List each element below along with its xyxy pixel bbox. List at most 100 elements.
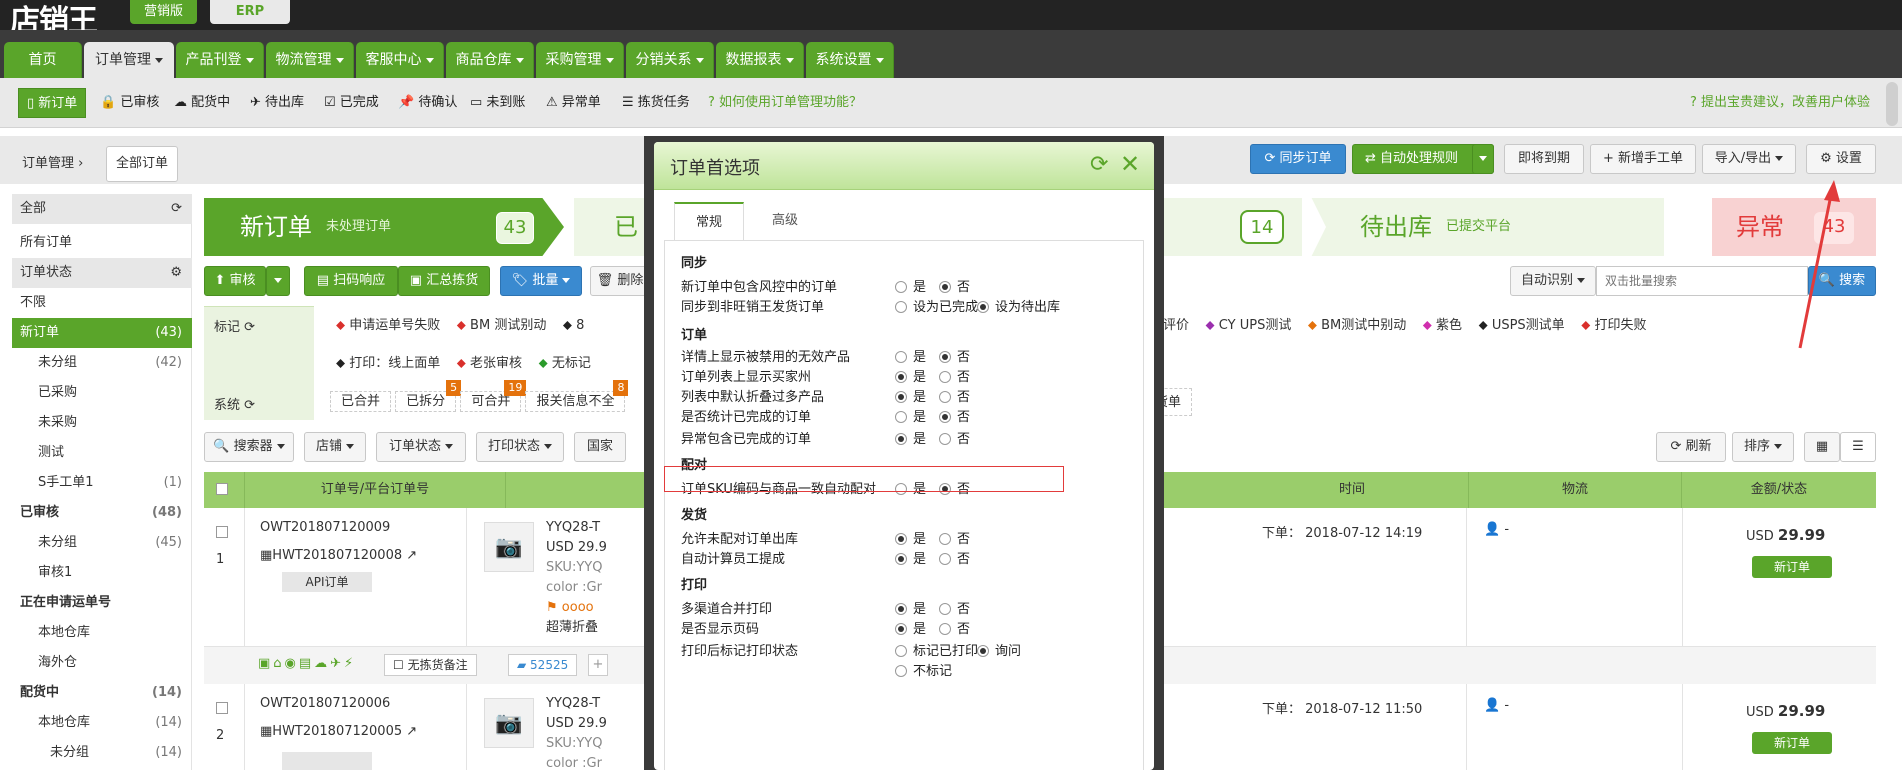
subnav-exceptions[interactable]: ⚠ 异常单 <box>546 88 601 118</box>
subnav-picking-tasks[interactable]: ☰ 拣货任务 <box>622 88 690 118</box>
edition-erp-badge[interactable]: ERP <box>210 0 290 24</box>
radio-button[interactable] <box>895 533 907 545</box>
radio-option-b[interactable]: 否 <box>939 386 970 405</box>
subnav-reviewed[interactable]: 🔒 已审核 <box>100 88 159 118</box>
sidebar-item[interactable]: 海外仓 <box>12 648 192 678</box>
subnav-new-orders[interactable]: ▯ 新订单 <box>18 88 87 118</box>
sidebar-item[interactable]: 订单状态 ⚙ <box>12 258 192 288</box>
sidebar-item[interactable]: 测试 <box>12 438 192 468</box>
subnav-help-link[interactable]: ? 如何使用订单管理功能？ <box>708 88 862 118</box>
radio-option-a[interactable]: 是 <box>895 618 926 637</box>
product-sku-title[interactable]: YYQ28-T <box>546 694 607 714</box>
sidebar-item[interactable]: 新订单 (43) <box>12 318 192 348</box>
refresh-icon[interactable]: ⟳ <box>1090 152 1108 177</box>
edition-marketing-badge[interactable]: 营销版 <box>130 0 198 24</box>
subnav-unpaid[interactable]: ▭ 未到账 <box>470 88 525 118</box>
new-manual-order-button[interactable]: + 新增手工单 <box>1590 144 1696 174</box>
refresh-button[interactable]: ⟳ 刷新 <box>1656 432 1726 462</box>
radio-button[interactable] <box>895 623 907 635</box>
status-tab-reviewed[interactable]: 已审 <box>574 198 644 299</box>
subnav-to-confirm[interactable]: 📌 待确认 <box>398 88 457 118</box>
scrollbar[interactable] <box>1886 82 1898 126</box>
tag-item[interactable]: ⬥ 8 <box>563 318 585 333</box>
radio-button[interactable] <box>939 281 951 293</box>
order-id-tag[interactable]: ▰ 52525 <box>508 654 578 676</box>
searcher-button[interactable]: 🔍 搜索器 <box>204 432 294 462</box>
radio-button[interactable] <box>939 391 951 403</box>
shop-filter[interactable]: 店铺 <box>304 432 366 462</box>
status-badge[interactable]: 新订单 <box>1752 556 1832 578</box>
grid-view-icon[interactable]: ▦ <box>1804 432 1840 462</box>
radio-button[interactable] <box>939 533 951 545</box>
auto-detect-select[interactable]: 自动识别 <box>1510 266 1596 296</box>
batch-button[interactable]: 🏷 批量 <box>500 266 582 296</box>
auto-rule-dropdown[interactable] <box>1472 144 1494 174</box>
radio-option-a[interactable]: 是 <box>895 276 926 295</box>
row-checkbox[interactable] <box>216 702 228 714</box>
radio-button[interactable] <box>939 351 951 363</box>
radio-option-b[interactable]: 询问 <box>977 640 1021 659</box>
tag-item[interactable]: ⬥ 打印失败 <box>1581 318 1646 333</box>
tag-item[interactable]: ⬥ CY UPS测试 <box>1206 318 1292 333</box>
radio-button[interactable] <box>977 645 989 657</box>
radio-button[interactable] <box>895 433 907 445</box>
radio-button[interactable] <box>939 371 951 383</box>
breadcrumb-root[interactable]: 订单管理 <box>22 156 74 171</box>
radio-option-a[interactable]: 是 <box>895 598 926 617</box>
platform-order-number[interactable]: ▦HWT201807120005 ↗ <box>260 724 417 739</box>
tag-item[interactable]: ⬥ 无标记 <box>539 356 591 371</box>
radio-button[interactable] <box>895 411 907 423</box>
review-dropdown[interactable] <box>266 266 290 296</box>
sidebar-item[interactable]: 配货中 (14) <box>12 678 192 708</box>
nav-tab-home[interactable]: 首页 <box>4 42 82 78</box>
radio-button[interactable] <box>939 553 951 565</box>
row-action-icons[interactable]: ▣⌂◉▤☁✈⚡ <box>258 656 356 671</box>
tab-advanced[interactable]: 高级 <box>750 202 820 240</box>
subnav-pending-ship[interactable]: ✈ 待出库 <box>250 88 304 118</box>
sidebar-item[interactable]: 未采购 <box>12 408 192 438</box>
radio-option-a[interactable]: 标记已打印 <box>895 640 978 659</box>
nav-tab-warehouse[interactable]: 商品仓库 <box>446 42 534 78</box>
radio-option-a[interactable]: 设为已完成 <box>895 296 978 315</box>
settings-button[interactable]: ⚙ 设置 <box>1806 144 1876 174</box>
nav-tab-orders[interactable]: 订单管理 <box>84 42 174 78</box>
radio-option-a[interactable]: 是 <box>895 428 926 447</box>
radio-option-b[interactable]: 否 <box>939 366 970 385</box>
sidebar-item[interactable]: 全部 ⟳ <box>12 194 192 224</box>
radio-button[interactable] <box>895 391 907 403</box>
sidebar-item[interactable]: 未分组 (14) <box>12 738 192 768</box>
radio-button[interactable] <box>895 351 907 363</box>
nav-tab-listing[interactable]: 产品刊登 <box>176 42 264 78</box>
radio-option-a[interactable]: 是 <box>895 386 926 405</box>
tag-item[interactable]: ⬥ 紫色 <box>1423 318 1462 333</box>
radio-button[interactable] <box>895 603 907 615</box>
radio-option-a[interactable]: 是 <box>895 366 926 385</box>
tag-item[interactable]: ⬥ USPS测试单 <box>1479 318 1565 333</box>
nav-tab-reports[interactable]: 数据报表 <box>716 42 804 78</box>
tag-item[interactable]: ⬥ 申请运单号失败 <box>336 318 440 333</box>
radio-button[interactable] <box>895 301 907 313</box>
radio-button[interactable] <box>939 433 951 445</box>
radio-option-a[interactable]: 是 <box>895 346 926 365</box>
select-all-checkbox[interactable] <box>216 483 228 495</box>
tab-general[interactable]: 常规 <box>674 202 744 240</box>
col-logistics[interactable]: 物流 <box>1468 472 1682 508</box>
status-badge[interactable]: 新订单 <box>1752 732 1832 754</box>
import-export-button[interactable]: 导入/导出 <box>1702 144 1796 174</box>
nav-tab-settings[interactable]: 系统设置 <box>806 42 894 78</box>
sidebar-item[interactable]: 本地仓库 (14) <box>12 708 192 738</box>
tag-item[interactable]: ⬥ 老张审核 <box>457 356 522 371</box>
nav-tab-purchase[interactable]: 采购管理 <box>536 42 624 78</box>
subnav-completed[interactable]: ☑ 已完成 <box>324 88 379 118</box>
status-tab-picking-count[interactable]: 14 <box>1240 210 1284 244</box>
nav-tab-distribution[interactable]: 分销关系 <box>626 42 714 78</box>
system-tag[interactable]: 已拆分 5 <box>395 380 462 412</box>
refresh-icon[interactable]: ⟳ <box>171 194 182 224</box>
sync-orders-button[interactable]: ⟳ 同步订单 <box>1250 144 1346 174</box>
sidebar-item[interactable]: 已采购 <box>12 378 192 408</box>
col-order-no[interactable]: 订单号/平台订单号 <box>244 472 506 508</box>
radio-button[interactable] <box>895 281 907 293</box>
radio-option-b[interactable]: 否 <box>939 528 970 547</box>
feedback-link[interactable]: ? 提出宝贵建议，改善用户体验 <box>1690 88 1870 118</box>
hierarchy-icon[interactable]: ⚙ <box>170 258 182 288</box>
